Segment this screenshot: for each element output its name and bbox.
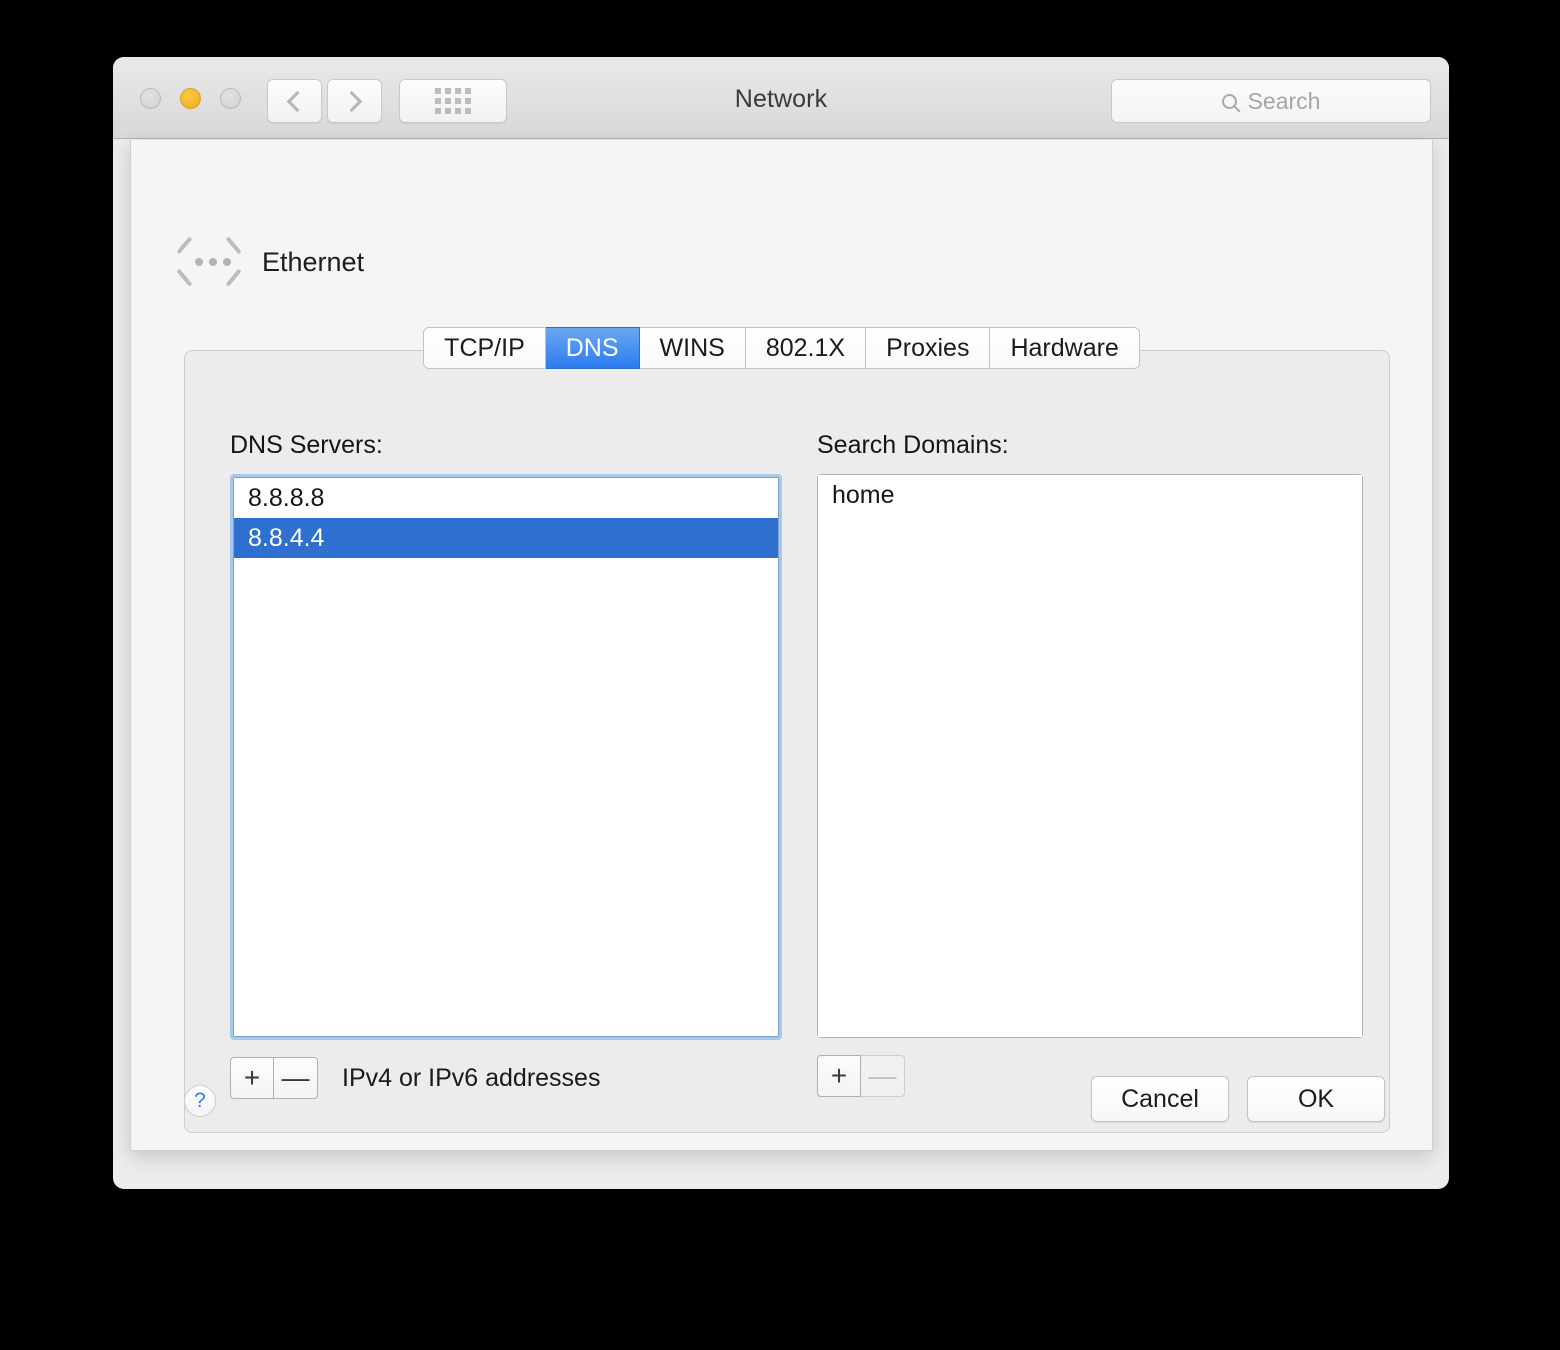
tab-8021x[interactable]: 802.1X [745, 327, 867, 369]
tab-wins[interactable]: WINS [639, 327, 746, 369]
sheet-footer: ? Cancel OK [131, 1032, 1432, 1150]
tab-proxies[interactable]: Proxies [866, 327, 991, 369]
search-domains-listbox[interactable]: home [817, 474, 1363, 1038]
footer-actions: Cancel OK [1091, 1076, 1385, 1122]
list-item[interactable]: 8.8.8.8 [234, 478, 778, 518]
window-titlebar: Network Search [113, 57, 1449, 139]
dns-servers-label: DNS Servers: [230, 431, 383, 459]
network-settings-sheet: Ethernet TCP/IP DNS WINS 802.1X Proxies … [130, 140, 1433, 1151]
ok-button[interactable]: OK [1247, 1076, 1385, 1122]
tab-hardware[interactable]: Hardware [990, 327, 1140, 369]
tab-dns[interactable]: DNS [545, 327, 640, 369]
dns-servers-listbox[interactable]: 8.8.8.8 8.8.4.4 [230, 474, 782, 1040]
help-button[interactable]: ? [184, 1085, 216, 1117]
tab-bar: TCP/IP DNS WINS 802.1X Proxies Hardware [131, 327, 1432, 369]
service-name-label: Ethernet [262, 246, 365, 277]
dns-tab-panel: DNS Servers: 8.8.8.8 8.8.4.4 + — IPv4 or… [184, 350, 1390, 1133]
search-placeholder: Search [1247, 87, 1321, 114]
ethernet-icon [178, 240, 240, 284]
search-icon [1221, 93, 1237, 109]
search-domains-label: Search Domains: [817, 431, 1009, 459]
search-domains-column: Search Domains: home + — [817, 431, 1363, 1097]
tab-tcpip[interactable]: TCP/IP [423, 327, 546, 369]
list-item[interactable]: 8.8.4.4 [234, 518, 778, 558]
list-item[interactable]: home [818, 475, 1362, 515]
service-header: Ethernet [178, 240, 364, 284]
dns-servers-column: DNS Servers: 8.8.8.8 8.8.4.4 + — IPv4 or… [230, 431, 782, 1099]
cancel-button[interactable]: Cancel [1091, 1076, 1229, 1122]
system-preferences-window: Network Search Ethernet TCP/IP DNS WINS … [113, 57, 1449, 1189]
search-field[interactable]: Search [1111, 79, 1431, 123]
